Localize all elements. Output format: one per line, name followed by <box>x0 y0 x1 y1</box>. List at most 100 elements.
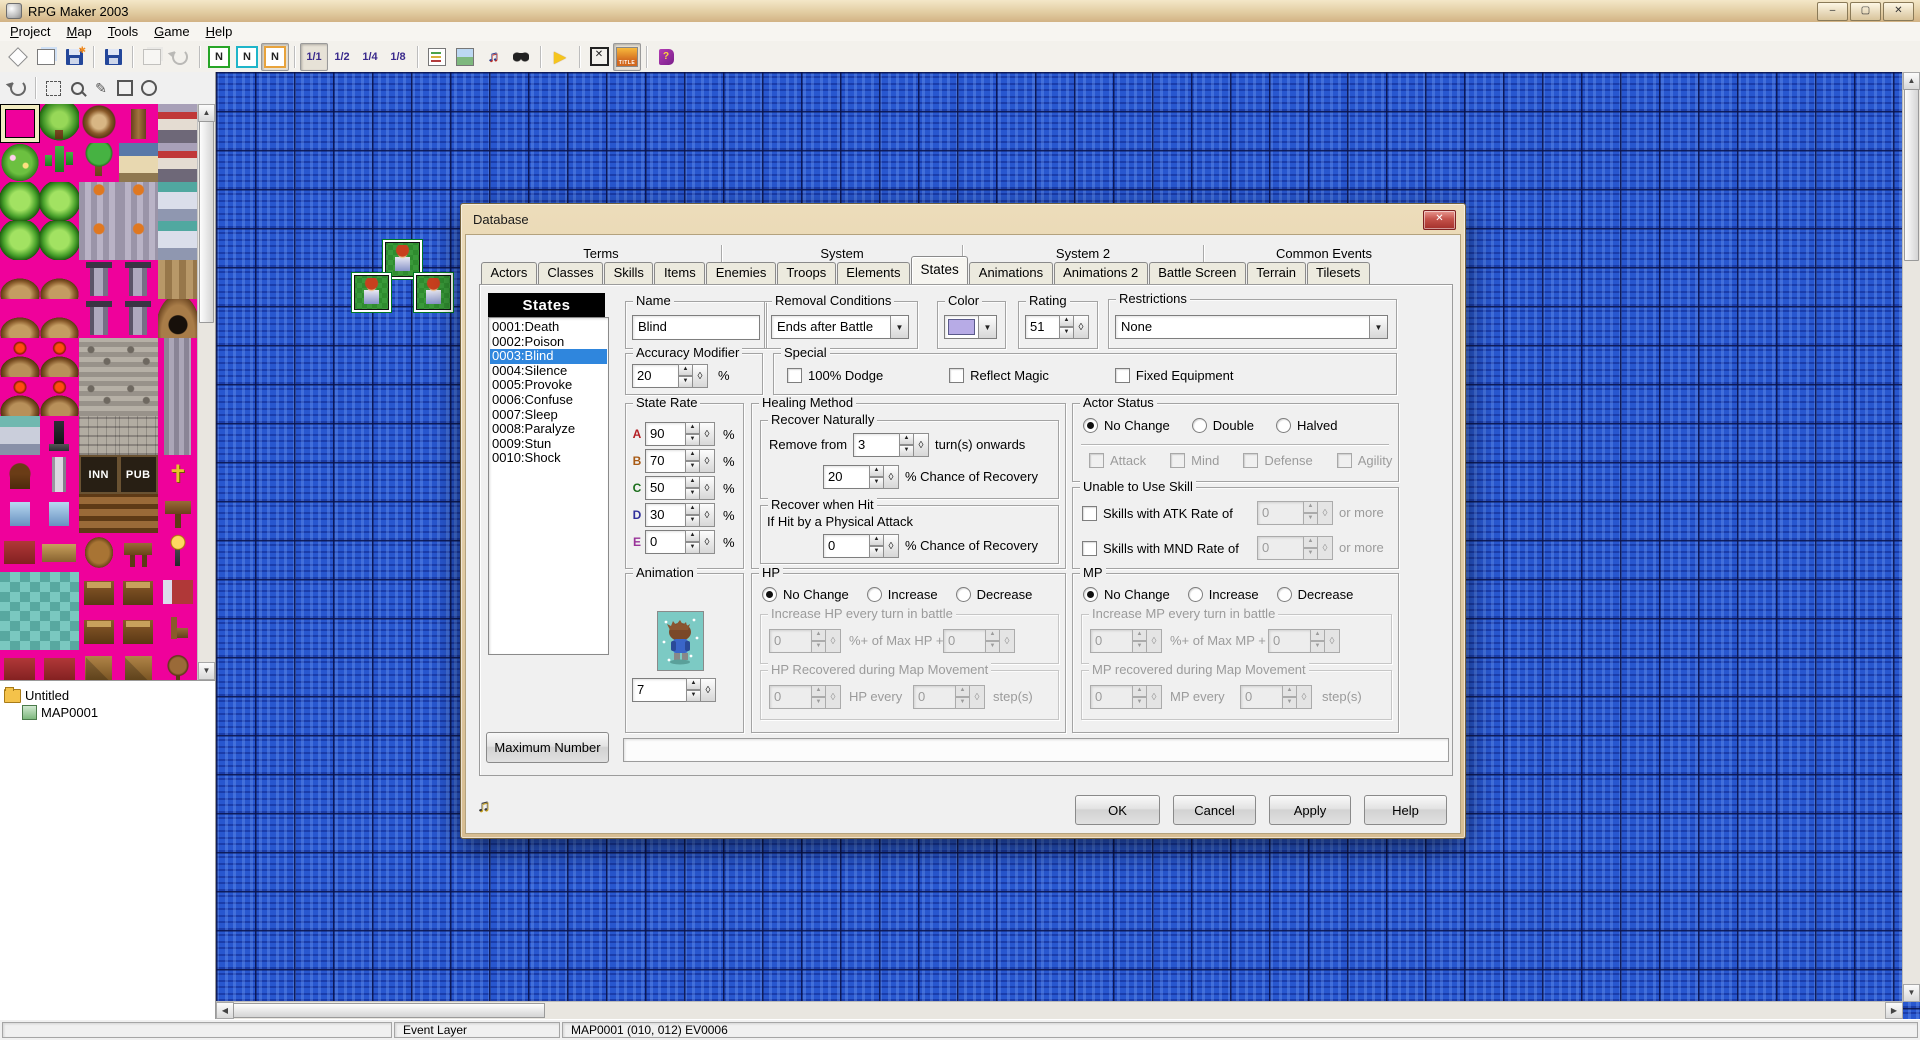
radio[interactable] <box>762 587 777 602</box>
palette-tile[interactable] <box>119 143 159 182</box>
mp-map-spinner-1[interactable]: 0 ▲▼ ◊ <box>1090 685 1162 709</box>
tab-lower[interactable]: Classes <box>538 262 603 284</box>
palette-tile[interactable] <box>158 299 198 338</box>
palette-tile[interactable] <box>0 650 40 680</box>
close-button[interactable]: ✕ <box>1883 2 1914 21</box>
spinner-arrows[interactable]: ▲▼ <box>899 433 914 457</box>
radio-option[interactable]: Increase <box>1188 586 1259 602</box>
palette-tile[interactable] <box>79 143 119 182</box>
radio-option[interactable]: Increase <box>867 586 938 602</box>
radio[interactable] <box>867 587 882 602</box>
spinner-arrows[interactable]: ▲▼ <box>685 530 700 554</box>
palette-tile[interactable] <box>119 650 159 680</box>
map-hscroll-thumb[interactable] <box>233 1003 545 1018</box>
map-event[interactable] <box>352 273 391 312</box>
ellipse-tool-icon[interactable] <box>137 76 161 100</box>
open-project-icon[interactable] <box>32 43 60 71</box>
scroll-down-icon[interactable]: ▼ <box>1903 984 1920 1002</box>
tab-lower[interactable]: Battle Screen <box>1149 262 1246 284</box>
palette-tile[interactable] <box>40 611 80 650</box>
menu-item[interactable]: Map <box>58 23 99 40</box>
radio[interactable] <box>1277 587 1292 602</box>
radio[interactable] <box>1188 587 1203 602</box>
tree-item-project[interactable]: Untitled <box>4 687 211 704</box>
palette-tile[interactable] <box>79 533 119 572</box>
mnd-rate-option[interactable]: Skills with MND Rate of <box>1082 540 1239 556</box>
zoom-1-8-button[interactable]: 1/8 <box>384 43 412 71</box>
palette-tile[interactable] <box>40 494 80 533</box>
special-checkbox-option[interactable]: 100% Dodge <box>787 367 883 383</box>
radio[interactable] <box>1083 418 1098 433</box>
tab-lower[interactable]: Troops <box>777 262 836 284</box>
palette-tile[interactable] <box>0 416 40 455</box>
diamond-icon[interactable]: ◊ <box>700 422 715 446</box>
palette-tile[interactable] <box>79 377 119 416</box>
hp-battle-spinner-2[interactable]: 0 ▲▼ ◊ <box>943 629 1015 653</box>
checkbox[interactable] <box>1115 368 1130 383</box>
resource-manager-icon[interactable] <box>451 43 479 71</box>
radio-option[interactable]: Decrease <box>956 586 1033 602</box>
save-map-icon[interactable] <box>99 43 127 71</box>
palette-scroll-thumb[interactable] <box>199 121 214 323</box>
checkbox[interactable] <box>1082 541 1097 556</box>
state-rate-spinner[interactable]: 30 ▲▼ ◊ <box>645 503 715 527</box>
stat-checkbox-option[interactable]: Attack <box>1089 452 1146 468</box>
remove-turns-spinner[interactable]: 3 ▲▼ ◊ <box>853 433 929 457</box>
search-icon[interactable] <box>507 43 535 71</box>
fullscreen-icon[interactable] <box>585 43 613 71</box>
palette-tile[interactable] <box>0 572 40 611</box>
checkbox[interactable] <box>1243 453 1258 468</box>
tab-lower[interactable]: Elements <box>837 262 910 284</box>
chevron-down-icon[interactable]: ▼ <box>1369 316 1387 338</box>
diamond-icon[interactable]: ◊ <box>914 433 929 457</box>
palette-tile[interactable] <box>158 533 198 572</box>
states-list-item[interactable]: 0002:Poison <box>490 335 607 350</box>
palette-tile[interactable] <box>158 143 198 182</box>
palette-tile[interactable] <box>79 494 119 533</box>
states-list-item[interactable]: 0004:Silence <box>490 364 607 379</box>
apply-button[interactable]: Apply <box>1269 795 1351 825</box>
palette-tile[interactable] <box>0 104 40 143</box>
spinner-arrows[interactable]: ▲▼ <box>1303 536 1318 560</box>
palette-tile[interactable] <box>79 221 119 260</box>
palette-tile[interactable] <box>79 611 119 650</box>
restrictions-select[interactable]: None ▼ <box>1115 315 1388 339</box>
save-project-icon[interactable]: ✱ <box>60 43 88 71</box>
diamond-icon[interactable]: ◊ <box>700 503 715 527</box>
select-tool-icon[interactable] <box>41 76 65 100</box>
palette-tile[interactable] <box>40 104 80 143</box>
radio[interactable] <box>1276 418 1291 433</box>
checkbox[interactable] <box>949 368 964 383</box>
palette-tile[interactable] <box>158 182 198 221</box>
states-list-item[interactable]: 0009:Stun <box>490 437 607 452</box>
copy-map-icon[interactable] <box>138 43 166 71</box>
chevron-down-icon[interactable]: ▼ <box>978 316 996 338</box>
palette-tile[interactable] <box>0 338 40 377</box>
diamond-icon[interactable]: ◊ <box>693 364 708 388</box>
title-screen-icon[interactable]: TITLE <box>613 43 641 71</box>
zoom-1-4-button[interactable]: 1/4 <box>356 43 384 71</box>
stat-checkbox-option[interactable]: Defense <box>1243 452 1312 468</box>
zoom-1-1-button[interactable]: 1/1 <box>300 43 328 71</box>
spinner-arrows[interactable]: ▲▼ <box>685 449 700 473</box>
ok-button[interactable]: OK <box>1075 795 1160 825</box>
palette-tile[interactable] <box>0 143 40 182</box>
spinner-arrows[interactable]: ▲▼ <box>685 503 700 527</box>
palette-tile[interactable] <box>0 182 40 221</box>
spinner-arrows[interactable]: ▲▼ <box>1059 315 1074 339</box>
states-list-item[interactable]: 0008:Paralyze <box>490 422 607 437</box>
state-rate-spinner[interactable]: 0 ▲▼ ◊ <box>645 530 715 554</box>
dialog-close-icon[interactable]: ✕ <box>1423 210 1456 230</box>
mp-battle-spinner-2[interactable]: 0 ▲▼ ◊ <box>1268 629 1340 653</box>
dialog-titlebar[interactable]: Database <box>461 204 1465 234</box>
palette-tile[interactable] <box>40 299 80 338</box>
palette-tile[interactable] <box>40 416 80 455</box>
map-vscroll-thumb[interactable] <box>1904 89 1919 261</box>
radio-option[interactable]: No Change <box>1083 417 1170 433</box>
diamond-icon[interactable]: ◊ <box>700 530 715 554</box>
palette-tile[interactable] <box>119 377 159 416</box>
palette-tile[interactable] <box>0 221 40 260</box>
chevron-down-icon[interactable]: ▼ <box>890 316 908 338</box>
palette-tile[interactable] <box>0 377 40 416</box>
spinner-arrows[interactable]: ▲▼ <box>678 364 693 388</box>
